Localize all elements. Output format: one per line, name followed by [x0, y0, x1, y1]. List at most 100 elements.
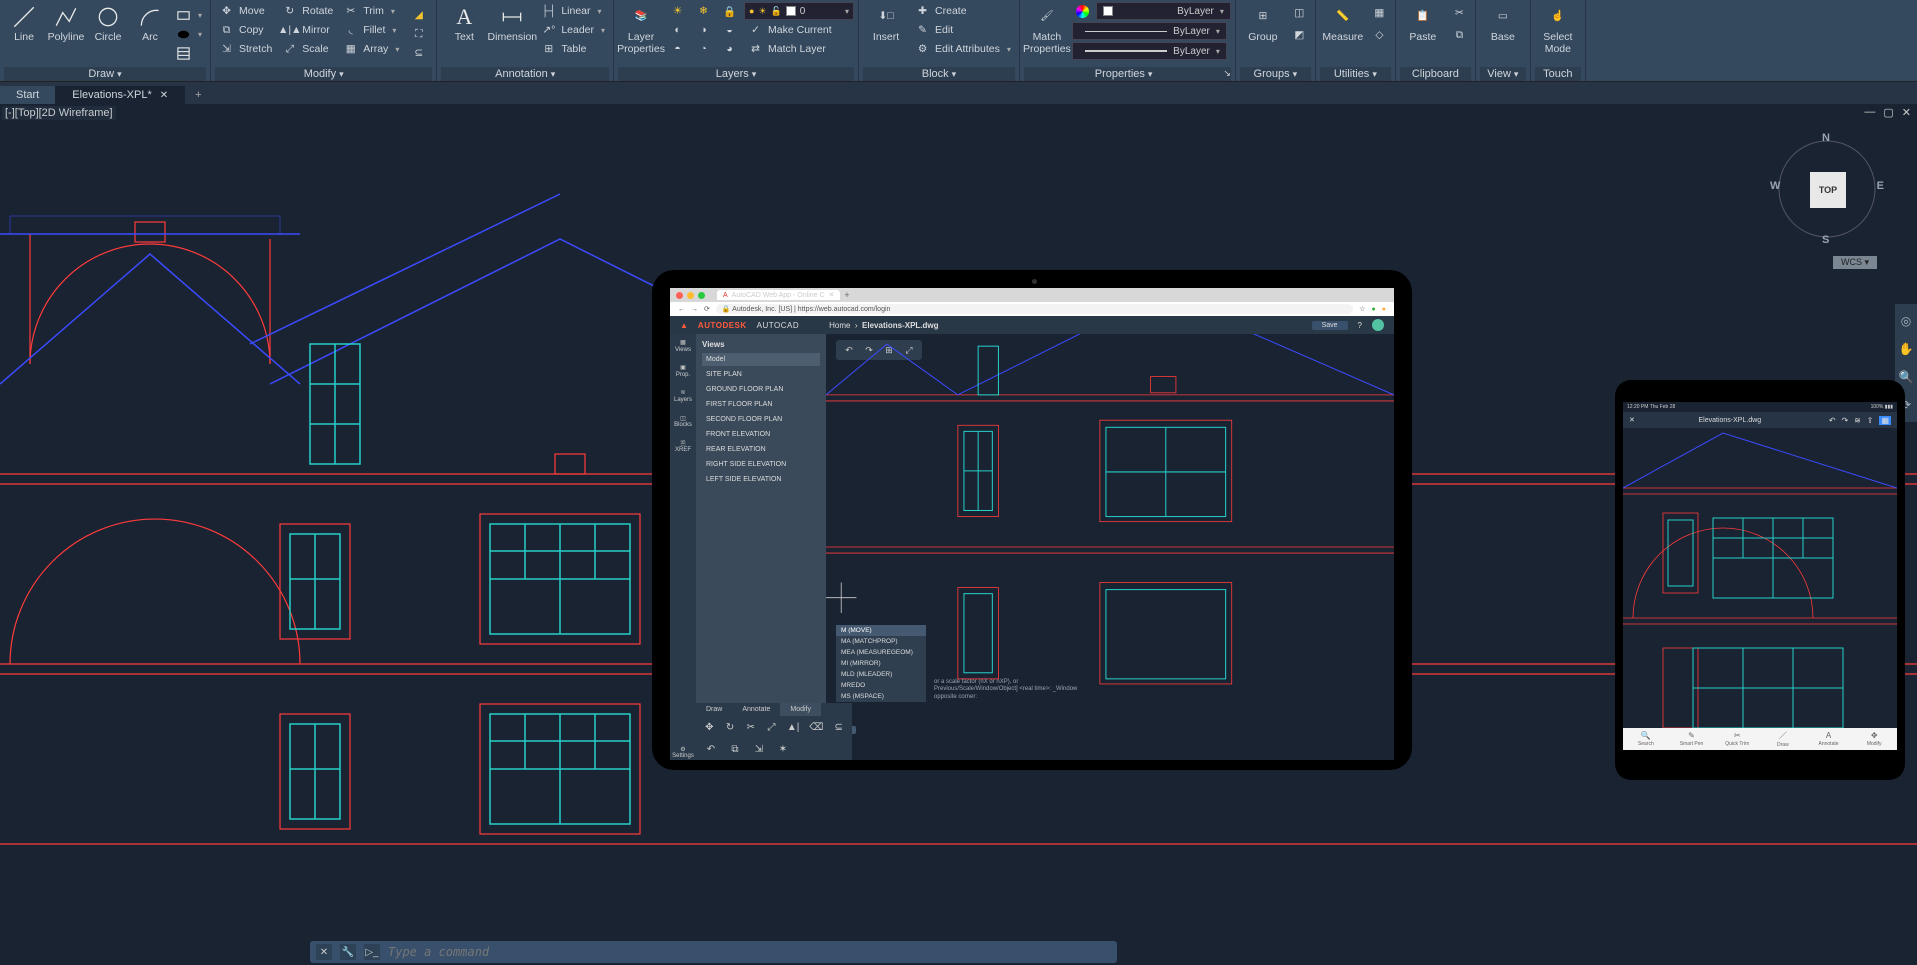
edit-attr-btn[interactable]: ⚙Edit Attributes▾	[911, 40, 1015, 58]
view-rear[interactable]: REAR ELEVATION	[702, 443, 820, 456]
paste-btn[interactable]: 📋Paste	[1400, 2, 1446, 60]
table-tool[interactable]: ⊞Table	[537, 40, 609, 58]
panel-title-view[interactable]: View▾	[1480, 67, 1526, 81]
select-mode-btn[interactable]: ☝Select Mode	[1535, 2, 1581, 60]
tooltab-annotate[interactable]: Annotate	[732, 703, 780, 716]
offset-tool[interactable]: ⊆	[407, 44, 430, 62]
browser-back-icon[interactable]: ←	[678, 306, 685, 313]
suggest-mredo[interactable]: MREDO	[836, 680, 926, 691]
layer-state-3[interactable]: 🔒	[718, 2, 741, 20]
layer-combo[interactable]: ●☀🔓0▾	[744, 2, 854, 20]
nav-settings[interactable]: ⚙Settings	[672, 747, 694, 760]
mac-max-icon[interactable]	[698, 292, 705, 299]
ttool-search[interactable]: 🔍Search	[1623, 728, 1669, 750]
group-opt1[interactable]: ◫	[1288, 4, 1311, 22]
color-picker[interactable]	[1072, 2, 1093, 20]
array-tool[interactable]: ▦Array▾	[339, 40, 403, 58]
wcs-badge[interactable]: WCS ▾	[1833, 256, 1877, 269]
layer-state-2[interactable]: ❄	[692, 2, 715, 20]
circle-tool[interactable]: Circle	[88, 2, 128, 60]
util-2[interactable]: ◇	[1368, 26, 1391, 44]
compass-n[interactable]: N	[1822, 132, 1830, 144]
tablet-layers-icon[interactable]: ≋	[1854, 416, 1861, 425]
viewcube[interactable]: N S E W TOP	[1772, 134, 1882, 244]
ttool-draw[interactable]: ／Draw	[1760, 728, 1806, 750]
linear-tool[interactable]: ├┤Linear▾	[537, 2, 609, 20]
layer-iso[interactable]: ◐	[666, 21, 689, 39]
tab-start[interactable]: Start	[0, 86, 56, 104]
ttool-quicktrim[interactable]: ✂Quick Trim	[1714, 728, 1760, 750]
web-trim-icon[interactable]: ✂	[745, 720, 756, 734]
fillet-tool[interactable]: ◟Fillet▾	[339, 21, 403, 39]
view-front[interactable]: FRONT ELEVATION	[702, 428, 820, 441]
view-right[interactable]: RIGHT SIDE ELEVATION	[702, 458, 820, 471]
view-ground[interactable]: GROUND FLOOR PLAN	[702, 383, 820, 396]
view-left[interactable]: LEFT SIDE ELEVATION	[702, 473, 820, 486]
suggest-matchprop[interactable]: MA (MATCHPROP)	[836, 636, 926, 647]
tablet-redo-icon[interactable]: ↷	[1841, 416, 1848, 425]
web-copy-icon[interactable]: ⧉	[728, 742, 742, 756]
layer-m1[interactable]: ◓	[666, 40, 689, 58]
nav-xref[interactable]: 🗎XREF	[675, 441, 691, 454]
polyline-tool[interactable]: Polyline	[46, 2, 86, 60]
dimension-tool[interactable]: Dimension	[489, 2, 535, 60]
color-combo[interactable]: ByLayer▾	[1096, 2, 1231, 20]
compass-w[interactable]: W	[1770, 180, 1780, 192]
tablet-undo-icon[interactable]: ↶	[1829, 416, 1836, 425]
web-erase-icon[interactable]: ⌫	[809, 720, 823, 734]
move-tool[interactable]: ✥Move	[215, 2, 276, 20]
web-move-icon[interactable]: ✥	[704, 720, 715, 734]
suggest-mirror[interactable]: MI (MIRROR)	[836, 658, 926, 669]
create-block-btn[interactable]: ✚Create	[911, 2, 1015, 20]
layer-freeze[interactable]: ◒	[718, 21, 741, 39]
nav-prop[interactable]: ▣Prop.	[676, 365, 690, 378]
suggest-mleader[interactable]: MLD (MLEADER)	[836, 669, 926, 680]
suggest-move[interactable]: M (MOVE)	[836, 625, 926, 636]
layer-m2[interactable]: ◔	[692, 40, 715, 58]
tab-add[interactable]: +	[185, 86, 211, 104]
nav-blocks[interactable]: ◫Blocks	[674, 416, 692, 429]
lineweight-combo[interactable]: ByLayer▾	[1072, 22, 1227, 40]
insert-btn[interactable]: ⬇□Insert	[863, 2, 909, 60]
browser-fwd-icon[interactable]: →	[691, 306, 698, 313]
browser-tab[interactable]: AAutoCAD Web App - Online C✕	[717, 290, 840, 300]
leader-tool[interactable]: ↗°Leader▾	[537, 21, 609, 39]
arc-tool[interactable]: Arc	[130, 2, 170, 60]
rect-tool[interactable]: ▾	[172, 6, 206, 24]
web-help-icon[interactable]: ?	[1358, 321, 1362, 330]
make-current-btn[interactable]: ✓Make Current	[744, 21, 836, 39]
web-explode-icon[interactable]: ✶	[776, 742, 790, 756]
tab-file[interactable]: Elevations-XPL*✕	[56, 86, 185, 104]
cmdline-customize-icon[interactable]: 🔧	[340, 944, 356, 960]
panel-title-block[interactable]: Block▾	[863, 67, 1015, 81]
rotate-tool[interactable]: ↻Rotate	[278, 2, 337, 20]
match-layer-btn[interactable]: ⇄Match Layer	[744, 40, 830, 58]
panel-title-layers[interactable]: Layers▾	[618, 67, 854, 81]
panel-title-draw[interactable]: Draw▾	[4, 67, 206, 81]
command-input[interactable]	[388, 945, 1111, 959]
ttool-modify[interactable]: ✥Modify	[1851, 728, 1897, 750]
nav-wheel-icon[interactable]: ◎	[1901, 314, 1911, 328]
base-view-btn[interactable]: ▭Base	[1480, 2, 1526, 60]
compass-s[interactable]: S	[1822, 234, 1829, 246]
web-mirror-icon[interactable]: ▲|	[787, 720, 800, 734]
panel-title-annotation[interactable]: Annotation▾	[441, 67, 609, 81]
tablet-export-icon[interactable]: ⇪	[1867, 416, 1874, 425]
web-offset-icon[interactable]: ⊆	[833, 720, 844, 734]
text-tool[interactable]: AText	[441, 2, 487, 60]
panel-title-modify[interactable]: Modify▾	[215, 67, 432, 81]
trim-tool[interactable]: ✂Trim▾	[339, 2, 403, 20]
layer-m3[interactable]: ◕	[718, 40, 741, 58]
edit-block-btn[interactable]: ✎Edit	[911, 21, 1015, 39]
nav-zoom-icon[interactable]: 🔍	[1899, 370, 1914, 384]
copy-tool[interactable]: ⧉Copy	[215, 21, 276, 39]
line-tool[interactable]: Line	[4, 2, 44, 60]
viewcube-face[interactable]: TOP	[1810, 172, 1846, 208]
ttool-smartpen[interactable]: ✎Smart Pen	[1669, 728, 1715, 750]
copy-clip-btn[interactable]: ⧉	[1448, 26, 1471, 44]
tablet-canvas[interactable]	[1623, 428, 1897, 738]
erase-tool[interactable]: ◢	[407, 6, 430, 24]
web-rotate-icon[interactable]: ↻	[725, 720, 736, 734]
hatch-tool[interactable]	[172, 44, 206, 62]
stretch-tool[interactable]: ⇲Stretch	[215, 40, 276, 58]
